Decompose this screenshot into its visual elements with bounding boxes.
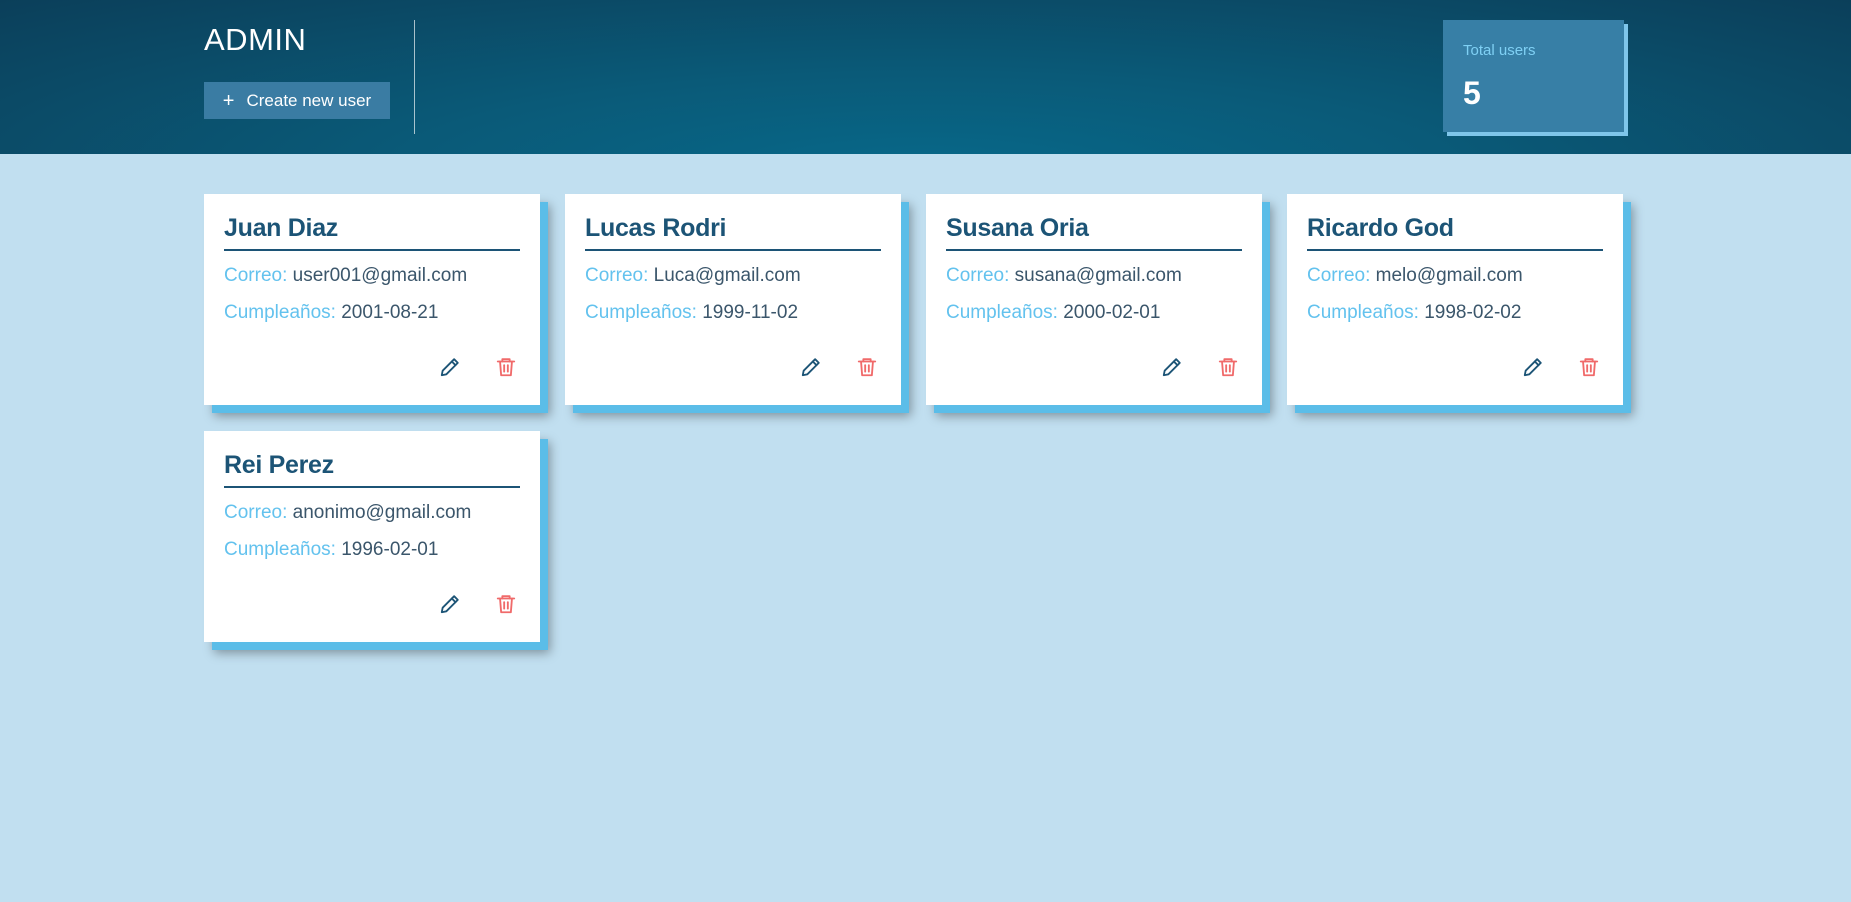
email-label: Correo: xyxy=(1307,265,1371,286)
user-card: Juan Diaz Correo: user001@gmail.com Cump… xyxy=(204,194,540,405)
page-header: ADMIN + Create new user Total users 5 xyxy=(0,0,1851,154)
trash-icon xyxy=(1579,358,1599,377)
edit-user-button[interactable] xyxy=(438,592,462,616)
total-users-count: 5 xyxy=(1463,75,1481,111)
trash-icon xyxy=(857,358,877,377)
birthday-value: 2001-08-21 xyxy=(341,302,439,323)
email-value: user001@gmail.com xyxy=(292,265,468,286)
trash-icon xyxy=(1218,358,1238,377)
email-value: Luca@gmail.com xyxy=(653,265,801,286)
birthday-value: 2000-02-01 xyxy=(1063,302,1161,323)
email-value: melo@gmail.com xyxy=(1375,265,1523,286)
birthday-row: Cumpleaños: 2000-02-01 xyxy=(946,302,1242,324)
birthday-value: 1996-02-01 xyxy=(341,539,439,560)
birthday-label: Cumpleaños: xyxy=(585,302,697,323)
birthday-label: Cumpleaños: xyxy=(946,302,1058,323)
birthday-row: Cumpleaños: 1999-11-02 xyxy=(585,302,881,324)
birthday-value: 1998-02-02 xyxy=(1424,302,1522,323)
email-label: Correo: xyxy=(946,265,1010,286)
header-divider xyxy=(414,20,415,134)
email-row: Correo: anonimo@gmail.com xyxy=(224,502,520,524)
total-users-card: Total users 5 xyxy=(1443,20,1624,132)
delete-user-button[interactable] xyxy=(494,355,518,379)
birthday-label: Cumpleaños: xyxy=(224,539,336,560)
card-actions xyxy=(1160,355,1240,379)
email-row: Correo: susana@gmail.com xyxy=(946,265,1242,287)
birthday-label: Cumpleaños: xyxy=(224,302,336,323)
email-value: anonimo@gmail.com xyxy=(292,502,472,523)
edit-user-button[interactable] xyxy=(438,355,462,379)
pencil-icon xyxy=(440,595,459,614)
birthday-row: Cumpleaños: 1998-02-02 xyxy=(1307,302,1603,324)
birthday-value: 1999-11-02 xyxy=(702,302,799,323)
pencil-icon xyxy=(440,358,459,377)
birthday-row: Cumpleaños: 2001-08-21 xyxy=(224,302,520,324)
email-label: Correo: xyxy=(224,265,288,286)
delete-user-button[interactable] xyxy=(494,592,518,616)
card-actions xyxy=(799,355,879,379)
create-user-button[interactable]: + Create new user xyxy=(204,82,390,119)
card-actions xyxy=(438,592,518,616)
email-label: Correo: xyxy=(585,265,649,286)
delete-user-button[interactable] xyxy=(1216,355,1240,379)
trash-icon xyxy=(496,595,516,614)
user-name: Susana Oria xyxy=(946,214,1242,251)
user-card: Lucas Rodri Correo: Luca@gmail.com Cumpl… xyxy=(565,194,901,405)
email-label: Correo: xyxy=(224,502,288,523)
edit-user-button[interactable] xyxy=(1160,355,1184,379)
birthday-row: Cumpleaños: 1996-02-01 xyxy=(224,539,520,561)
user-card: Ricardo God Correo: melo@gmail.com Cumpl… xyxy=(1287,194,1623,405)
user-name: Lucas Rodri xyxy=(585,214,881,251)
pencil-icon xyxy=(801,358,820,377)
page-title: ADMIN xyxy=(204,22,307,57)
email-row: Correo: melo@gmail.com xyxy=(1307,265,1603,287)
edit-user-button[interactable] xyxy=(1521,355,1545,379)
total-users-label: Total users xyxy=(1463,42,1536,59)
user-card-grid: Juan Diaz Correo: user001@gmail.com Cump… xyxy=(204,194,1629,642)
delete-user-button[interactable] xyxy=(855,355,879,379)
user-name: Juan Diaz xyxy=(224,214,520,251)
create-user-label: Create new user xyxy=(246,90,372,110)
pencil-icon xyxy=(1523,358,1542,377)
plus-icon: + xyxy=(222,89,235,112)
user-name: Ricardo God xyxy=(1307,214,1603,251)
card-actions xyxy=(1521,355,1601,379)
user-card: Susana Oria Correo: susana@gmail.com Cum… xyxy=(926,194,1262,405)
email-row: Correo: Luca@gmail.com xyxy=(585,265,881,287)
user-name: Rei Perez xyxy=(224,451,520,488)
delete-user-button[interactable] xyxy=(1577,355,1601,379)
email-row: Correo: user001@gmail.com xyxy=(224,265,520,287)
trash-icon xyxy=(496,358,516,377)
card-actions xyxy=(438,355,518,379)
user-card: Rei Perez Correo: anonimo@gmail.com Cump… xyxy=(204,431,540,642)
birthday-label: Cumpleaños: xyxy=(1307,302,1419,323)
edit-user-button[interactable] xyxy=(799,355,823,379)
pencil-icon xyxy=(1162,358,1181,377)
email-value: susana@gmail.com xyxy=(1014,265,1182,286)
